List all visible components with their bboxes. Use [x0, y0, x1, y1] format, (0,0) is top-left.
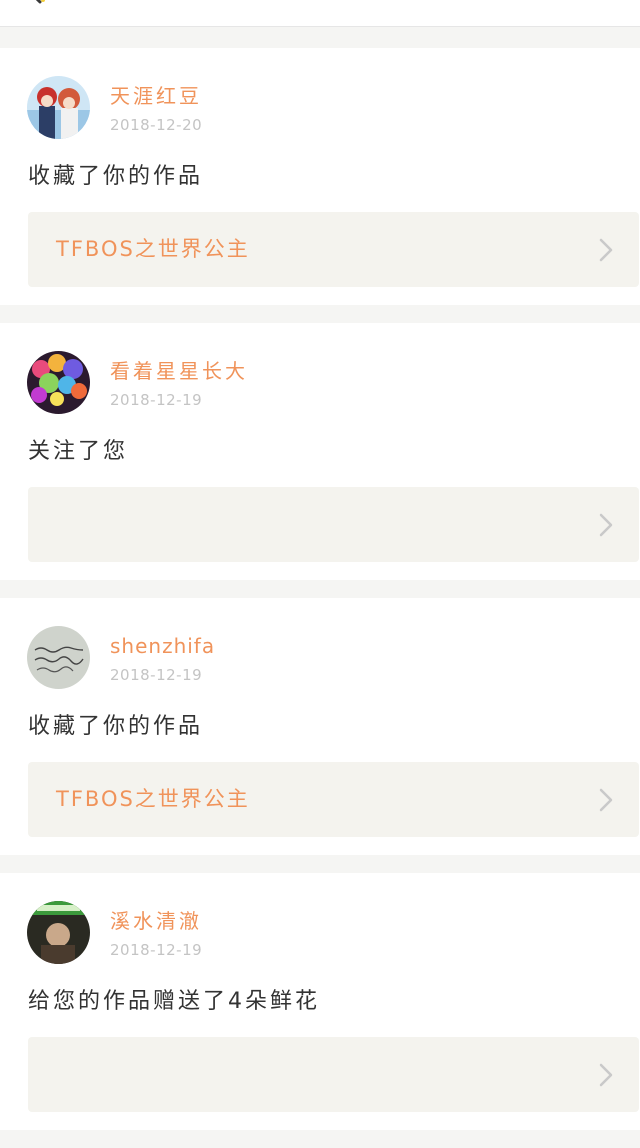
- username[interactable]: shenzhifa: [110, 634, 215, 658]
- chevron-right-icon: [599, 513, 613, 537]
- timestamp: 2018-12-19: [110, 666, 203, 684]
- work-link-row[interactable]: TFBOS之世界公主: [28, 212, 639, 287]
- timestamp: 2018-12-20: [110, 116, 203, 134]
- username[interactable]: 天涯红豆: [110, 84, 202, 108]
- activity-text: 关注了您: [28, 439, 129, 464]
- user-avatar[interactable]: [27, 901, 90, 964]
- notification-feed: 天涯红豆 2018-12-20 收藏了你的作品 TFBOS之世界公主 看着星星长…: [0, 48, 640, 1148]
- activity-text: 收藏了你的作品: [28, 164, 204, 189]
- username[interactable]: 看着星星长大: [110, 359, 248, 383]
- activity-text: 给您的作品赠送了4朵鲜花: [28, 989, 320, 1014]
- notification-card: shenzhifa 2018-12-19 收藏了你的作品 TFBOS之世界公主: [0, 598, 640, 855]
- username[interactable]: 溪水清澈: [110, 909, 202, 933]
- user-avatar[interactable]: [27, 351, 90, 414]
- anime-couple-avatar-icon: [27, 76, 90, 139]
- top-bar: [0, 0, 640, 27]
- page-title-fragment: [318, 0, 358, 4]
- handwriting-avatar-icon: [27, 626, 90, 689]
- work-link-row[interactable]: TFBOS之世界公主: [28, 762, 639, 837]
- balloons-avatar-icon: [27, 351, 90, 414]
- user-avatar[interactable]: [27, 626, 90, 689]
- notification-card: 看着星星长大 2018-12-19 关注了您: [0, 323, 640, 580]
- user-avatar[interactable]: [27, 76, 90, 139]
- chevron-right-icon: [599, 788, 613, 812]
- activity-text: 收藏了你的作品: [28, 714, 204, 739]
- work-link-row[interactable]: [28, 1037, 639, 1112]
- back-arrow-icon[interactable]: [30, 0, 46, 4]
- work-title: TFBOS之世界公主: [56, 237, 250, 261]
- menu-icon[interactable]: [632, 0, 640, 4]
- notification-card: 溪水清澈 2018-12-19 给您的作品赠送了4朵鲜花: [0, 873, 640, 1130]
- timestamp: 2018-12-19: [110, 941, 203, 959]
- portrait-avatar-icon: [27, 901, 90, 964]
- work-title: TFBOS之世界公主: [56, 787, 250, 811]
- notification-card: 天涯红豆 2018-12-20 收藏了你的作品 TFBOS之世界公主: [0, 48, 640, 305]
- chevron-right-icon: [599, 238, 613, 262]
- timestamp: 2018-12-19: [110, 391, 203, 409]
- chevron-right-icon: [599, 1063, 613, 1087]
- work-link-row[interactable]: [28, 487, 639, 562]
